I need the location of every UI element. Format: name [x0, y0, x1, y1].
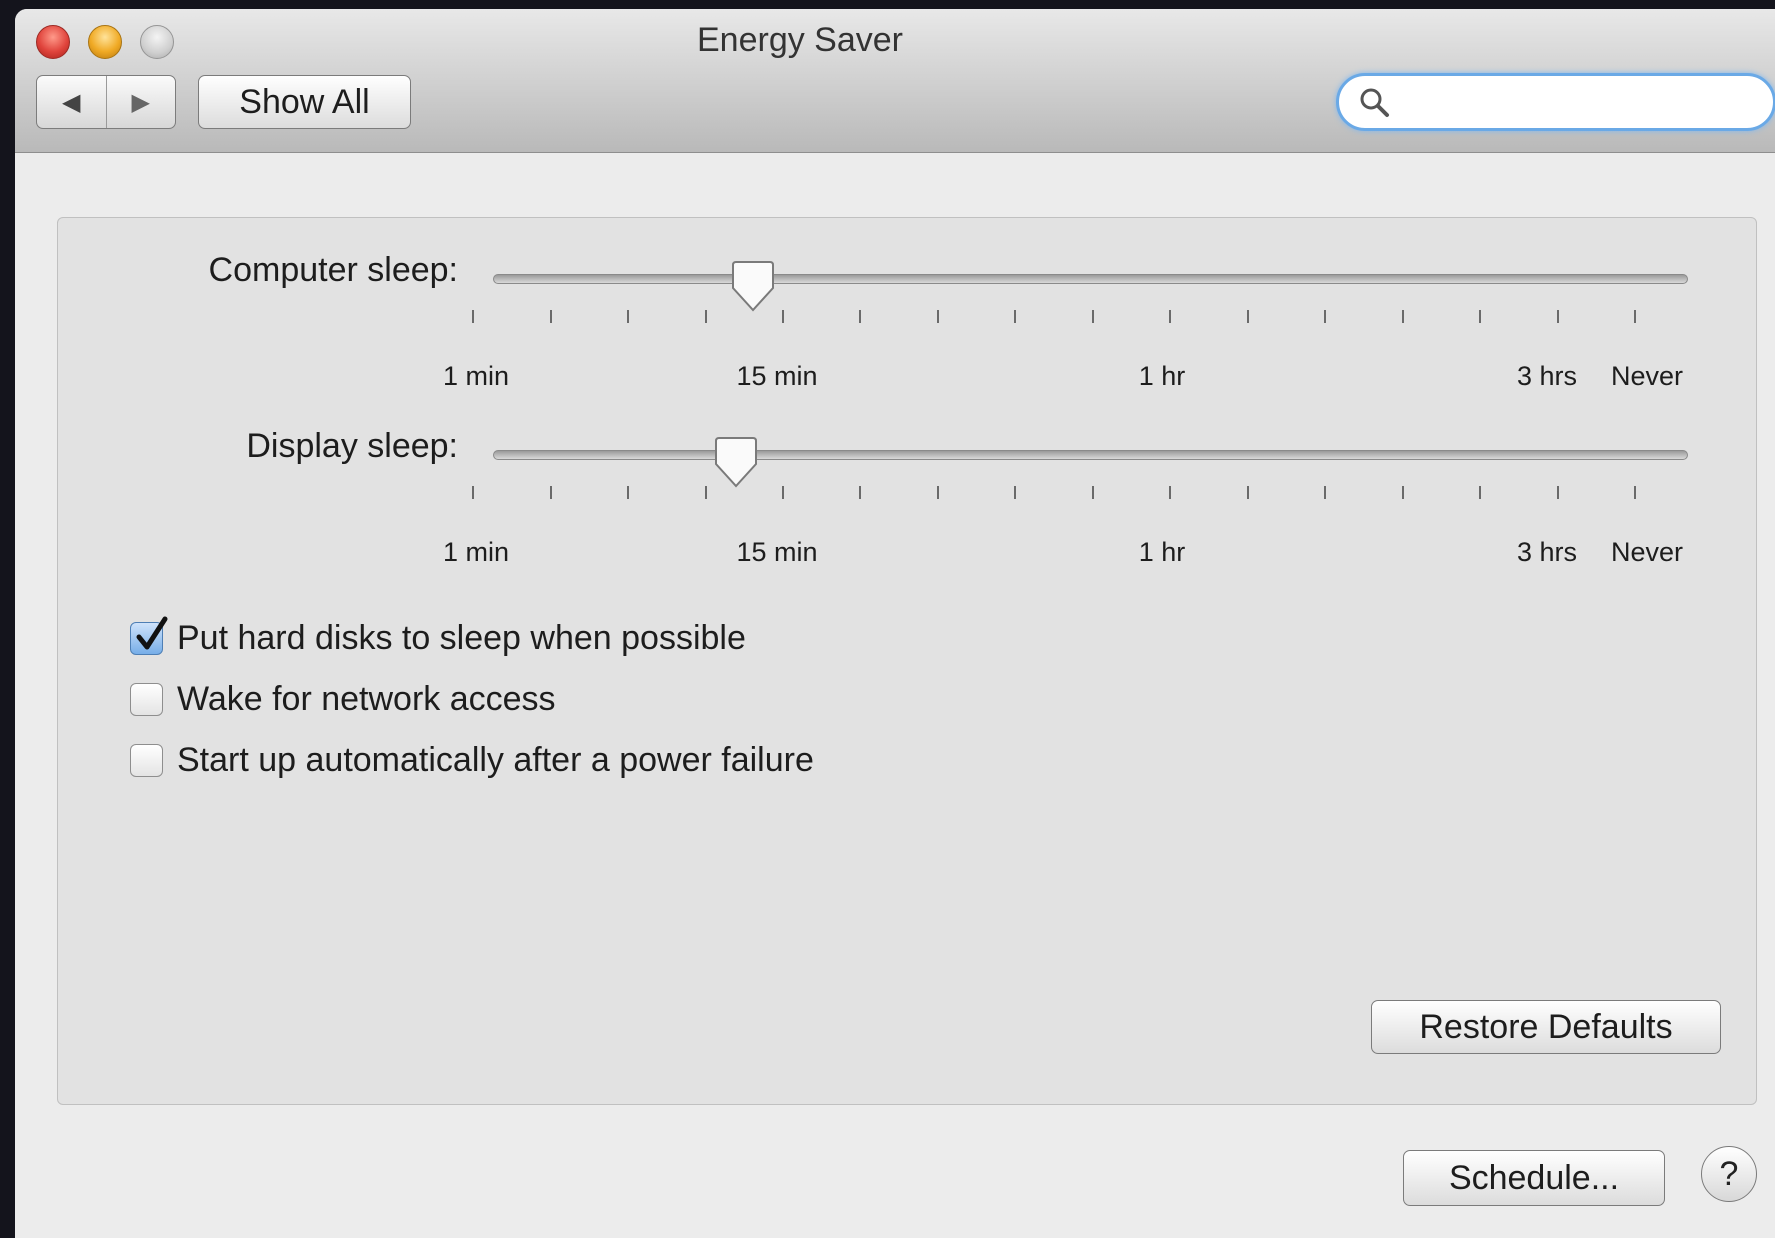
search-field[interactable] — [1336, 73, 1775, 131]
back-arrow-icon: ◀ — [62, 88, 81, 116]
hard-disk-sleep-option[interactable]: Put hard disks to sleep when possible — [130, 616, 746, 658]
window-title: Energy Saver — [697, 21, 903, 59]
hard-disk-sleep-checkbox[interactable] — [130, 616, 168, 655]
computer-sleep-tick-label: 15 min — [736, 361, 818, 391]
title-bar: Energy Saver ◀ ▶ Show All — [15, 9, 1775, 153]
power-failure-restart-option[interactable]: Start up automatically after a power fai… — [130, 741, 814, 780]
checkmark-icon — [136, 616, 168, 650]
computer-sleep-tick-label: 3 hrs — [1516, 361, 1578, 391]
display-sleep-slider-thumb[interactable] — [714, 436, 758, 490]
wake-network-checkbox[interactable] — [130, 683, 163, 716]
computer-sleep-label: Computer sleep: — [208, 251, 458, 289]
display-sleep-slider-track[interactable] — [493, 450, 1688, 460]
settings-panel: Computer sleep: 1 min 15 min 1 hr 3 hrs — [57, 217, 1757, 1105]
computer-sleep-tick-label: 1 hr — [1138, 361, 1186, 391]
display-sleep-label: Display sleep: — [246, 427, 458, 465]
computer-sleep-slider-thumb[interactable] — [731, 260, 775, 314]
display-sleep-tick-label: 1 hr — [1138, 537, 1186, 567]
display-sleep-tick-label: 1 min — [442, 537, 510, 567]
computer-sleep-tick-label: 1 min — [442, 361, 510, 391]
power-failure-restart-label: Start up automatically after a power fai… — [177, 741, 814, 779]
wake-network-option[interactable]: Wake for network access — [130, 680, 556, 719]
display-sleep-tick-label: 3 hrs — [1516, 537, 1578, 567]
power-failure-restart-checkbox[interactable] — [130, 744, 163, 777]
show-all-button[interactable]: Show All — [198, 75, 411, 129]
energy-saver-window: Energy Saver ◀ ▶ Show All Computer sleep… — [15, 9, 1775, 1238]
hard-disk-sleep-label: Put hard disks to sleep when possible — [177, 619, 746, 657]
restore-defaults-button[interactable]: Restore Defaults — [1371, 1000, 1721, 1054]
search-input[interactable] — [1401, 84, 1745, 122]
computer-sleep-tick-label: Never — [1610, 361, 1684, 391]
schedule-button[interactable]: Schedule... — [1403, 1150, 1665, 1206]
wake-network-label: Wake for network access — [177, 680, 556, 718]
display-sleep-tick-label: Never — [1610, 537, 1684, 567]
forward-button[interactable]: ▶ — [107, 76, 176, 128]
back-button[interactable]: ◀ — [37, 76, 107, 128]
computer-sleep-slider-track[interactable] — [493, 274, 1688, 284]
display-sleep-tick-label: 15 min — [736, 537, 818, 567]
help-button[interactable]: ? — [1701, 1146, 1757, 1202]
forward-arrow-icon: ▶ — [131, 88, 150, 116]
search-icon — [1360, 88, 1389, 117]
back-forward-control: ◀ ▶ — [36, 75, 176, 129]
